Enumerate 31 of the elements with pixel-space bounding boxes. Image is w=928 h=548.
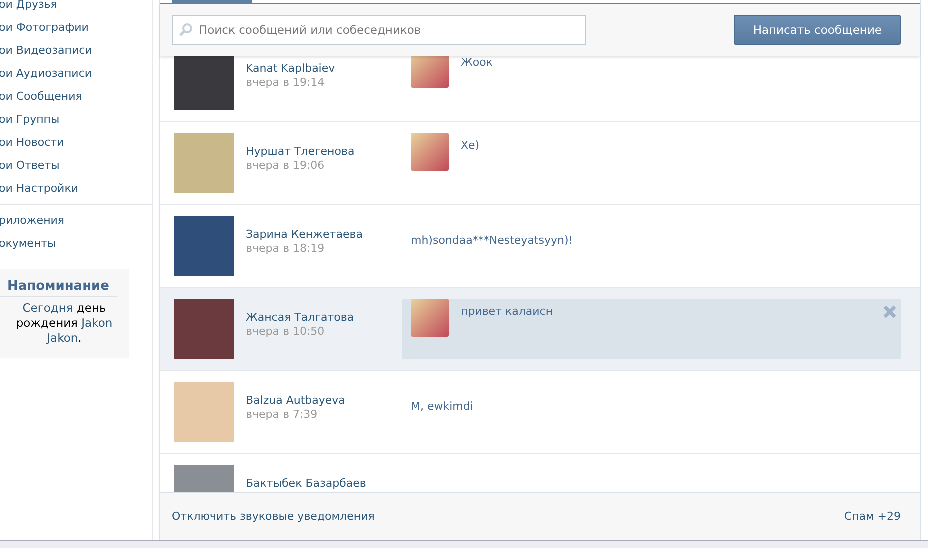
search-field[interactable]: Поиск сообщений или собеседников [172,15,586,45]
message-preview[interactable]: привет калаисн [402,299,901,359]
message-text: Жоок [461,56,493,69]
message-time: вчера в 19:14 [246,76,326,89]
message-text: mh)sondaa***Nesteyatsyyn)! [411,233,574,247]
reminder-text: Сегодня день рождения Jakon Jakon. [15,300,114,346]
message-time: вчера в 18:19 [246,242,326,255]
contact-name[interactable]: Жансая Талгатова [246,311,402,324]
message-time: вчера в 19:06 [246,159,326,172]
avatar-photo[interactable] [174,382,234,442]
message-text: M, ewkimdi [411,399,474,413]
message-time: вчера в 10:50 [246,325,326,338]
contact-name[interactable]: Бактыбек Базарбаев [246,477,402,490]
mute-notifications-link[interactable]: Отключить звуковые уведомления [172,510,375,523]
sidebar-item[interactable]: риложения [0,209,152,232]
search-icon [179,23,193,37]
avatar-photo[interactable] [174,56,234,110]
avatar-photo[interactable] [174,299,234,359]
compose-button[interactable]: Написать сообщение [734,15,901,45]
message-text: Хе) [461,138,480,152]
spam-link[interactable]: Спам +29 [844,510,901,523]
contact-name[interactable]: Kanat Kaplbaiev [246,62,402,75]
avatar-photo[interactable] [174,216,234,276]
close-icon[interactable] [883,305,897,319]
message-time: вчера в 7:39 [246,408,319,421]
contact-name[interactable]: Balzua Autbayeva [246,394,402,407]
avatar-photo[interactable] [174,133,234,193]
contact-name[interactable]: Зарина Кенжетаева [246,228,402,241]
message-text: привет калаисн [461,304,554,318]
reminder-title: Напоминание [0,279,117,297]
contact-name[interactable]: Нуршат Тлегенова [246,145,402,158]
